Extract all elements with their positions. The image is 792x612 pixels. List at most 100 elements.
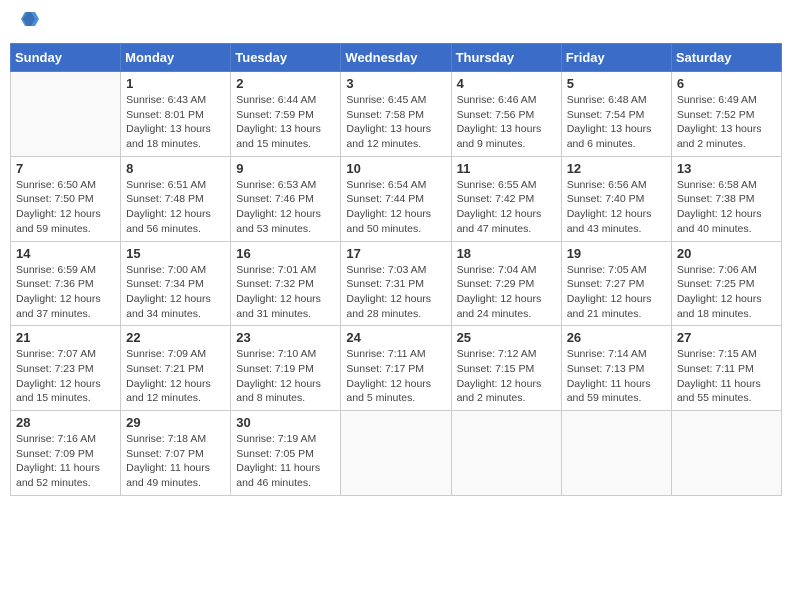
calendar-week-1: 1Sunrise: 6:43 AM Sunset: 8:01 PM Daylig… [11, 72, 782, 157]
calendar-cell: 16 Sunrise: 7:01 AM Sunset: 7:32 PM Dayli… [231, 241, 341, 326]
calendar-cell [451, 411, 561, 496]
calendar-cell: 4Sunrise: 6:46 AM Sunset: 7:56 PM Daylig… [451, 72, 561, 157]
logo-icon [17, 10, 39, 33]
calendar-cell: 2 Sunrise: 6:44 AM Sunset: 7:59 PM Daylig… [231, 72, 341, 157]
day-info: Sunrise: 7:14 AM Sunset: 7:13 PM Dayligh… [567, 347, 666, 406]
calendar-cell: 8 Sunrise: 6:51 AM Sunset: 7:48 PM Daylig… [121, 156, 231, 241]
calendar-cell: 9 Sunrise: 6:53 AM Sunset: 7:46 PM Daylig… [231, 156, 341, 241]
calendar-cell: 30 Sunrise: 7:19 AM Sunset: 7:05 PM Dayli… [231, 411, 341, 496]
day-number: 6 [677, 76, 776, 91]
day-info: Sunrise: 6:59 AM Sunset: 7:36 PM Dayligh… [16, 263, 115, 322]
calendar-cell: 17Sunrise: 7:03 AM Sunset: 7:31 PM Dayli… [341, 241, 451, 326]
day-number: 1 [126, 76, 225, 91]
day-info: Sunrise: 6:45 AM Sunset: 7:58 PM Dayligh… [346, 93, 445, 152]
day-info: Sunrise: 7:10 AM Sunset: 7:19 PM Dayligh… [236, 347, 335, 406]
calendar-week-2: 7 Sunrise: 6:50 AM Sunset: 7:50 PM Daylig… [11, 156, 782, 241]
day-number: 19 [567, 246, 666, 261]
calendar-cell [671, 411, 781, 496]
day-info: Sunrise: 6:51 AM Sunset: 7:48 PM Dayligh… [126, 178, 225, 237]
calendar-cell [341, 411, 451, 496]
calendar-cell: 19 Sunrise: 7:05 AM Sunset: 7:27 PM Dayli… [561, 241, 671, 326]
day-info: Sunrise: 7:04 AM Sunset: 7:29 PM Dayligh… [457, 263, 556, 322]
weekday-tuesday: Tuesday [231, 44, 341, 72]
weekday-saturday: Saturday [671, 44, 781, 72]
day-number: 15 [126, 246, 225, 261]
day-info: Sunrise: 7:01 AM Sunset: 7:32 PM Dayligh… [236, 263, 335, 322]
day-number: 27 [677, 330, 776, 345]
day-info: Sunrise: 7:12 AM Sunset: 7:15 PM Dayligh… [457, 347, 556, 406]
day-info: Sunrise: 6:53 AM Sunset: 7:46 PM Dayligh… [236, 178, 335, 237]
day-info: Sunrise: 7:07 AM Sunset: 7:23 PM Dayligh… [16, 347, 115, 406]
calendar-cell: 28 Sunrise: 7:16 AM Sunset: 7:09 PM Dayli… [11, 411, 121, 496]
day-info: Sunrise: 7:09 AM Sunset: 7:21 PM Dayligh… [126, 347, 225, 406]
day-number: 2 [236, 76, 335, 91]
day-number: 7 [16, 161, 115, 176]
day-number: 17 [346, 246, 445, 261]
calendar-table: SundayMondayTuesdayWednesdayThursdayFrid… [10, 43, 782, 496]
calendar-cell: 12 Sunrise: 6:56 AM Sunset: 7:40 PM Dayli… [561, 156, 671, 241]
calendar-cell: 25 Sunrise: 7:12 AM Sunset: 7:15 PM Dayli… [451, 326, 561, 411]
calendar-cell: 11 Sunrise: 6:55 AM Sunset: 7:42 PM Dayli… [451, 156, 561, 241]
day-number: 13 [677, 161, 776, 176]
calendar-cell: 22 Sunrise: 7:09 AM Sunset: 7:21 PM Dayli… [121, 326, 231, 411]
day-number: 3 [346, 76, 445, 91]
day-number: 16 [236, 246, 335, 261]
page-header [10, 10, 782, 33]
day-number: 26 [567, 330, 666, 345]
day-number: 10 [346, 161, 445, 176]
day-number: 30 [236, 415, 335, 430]
calendar-cell: 21Sunrise: 7:07 AM Sunset: 7:23 PM Dayli… [11, 326, 121, 411]
calendar-cell: 5Sunrise: 6:48 AM Sunset: 7:54 PM Daylig… [561, 72, 671, 157]
day-number: 25 [457, 330, 556, 345]
day-number: 28 [16, 415, 115, 430]
day-info: Sunrise: 6:44 AM Sunset: 7:59 PM Dayligh… [236, 93, 335, 152]
calendar-cell: 24 Sunrise: 7:11 AM Sunset: 7:17 PM Dayli… [341, 326, 451, 411]
calendar-cell: 26 Sunrise: 7:14 AM Sunset: 7:13 PM Dayli… [561, 326, 671, 411]
day-number: 11 [457, 161, 556, 176]
calendar-week-3: 14 Sunrise: 6:59 AM Sunset: 7:36 PM Dayli… [11, 241, 782, 326]
calendar-cell: 7 Sunrise: 6:50 AM Sunset: 7:50 PM Daylig… [11, 156, 121, 241]
day-number: 29 [126, 415, 225, 430]
calendar-cell: 13 Sunrise: 6:58 AM Sunset: 7:38 PM Dayli… [671, 156, 781, 241]
day-info: Sunrise: 7:05 AM Sunset: 7:27 PM Dayligh… [567, 263, 666, 322]
calendar-cell: 23Sunrise: 7:10 AM Sunset: 7:19 PM Dayli… [231, 326, 341, 411]
calendar-week-5: 28 Sunrise: 7:16 AM Sunset: 7:09 PM Dayli… [11, 411, 782, 496]
day-info: Sunrise: 7:16 AM Sunset: 7:09 PM Dayligh… [16, 432, 115, 491]
day-info: Sunrise: 7:00 AM Sunset: 7:34 PM Dayligh… [126, 263, 225, 322]
day-number: 14 [16, 246, 115, 261]
weekday-wednesday: Wednesday [341, 44, 451, 72]
day-info: Sunrise: 7:18 AM Sunset: 7:07 PM Dayligh… [126, 432, 225, 491]
calendar-cell: 3 Sunrise: 6:45 AM Sunset: 7:58 PM Daylig… [341, 72, 451, 157]
day-number: 20 [677, 246, 776, 261]
day-number: 24 [346, 330, 445, 345]
calendar-cell: 18 Sunrise: 7:04 AM Sunset: 7:29 PM Dayli… [451, 241, 561, 326]
calendar-body: 1Sunrise: 6:43 AM Sunset: 8:01 PM Daylig… [11, 72, 782, 496]
day-number: 18 [457, 246, 556, 261]
weekday-sunday: Sunday [11, 44, 121, 72]
day-info: Sunrise: 6:50 AM Sunset: 7:50 PM Dayligh… [16, 178, 115, 237]
calendar-cell: 29 Sunrise: 7:18 AM Sunset: 7:07 PM Dayli… [121, 411, 231, 496]
day-info: Sunrise: 6:49 AM Sunset: 7:52 PM Dayligh… [677, 93, 776, 152]
day-number: 8 [126, 161, 225, 176]
weekday-monday: Monday [121, 44, 231, 72]
day-number: 12 [567, 161, 666, 176]
calendar-cell: 15 Sunrise: 7:00 AM Sunset: 7:34 PM Dayli… [121, 241, 231, 326]
calendar-cell: 14 Sunrise: 6:59 AM Sunset: 7:36 PM Dayli… [11, 241, 121, 326]
day-number: 9 [236, 161, 335, 176]
day-info: Sunrise: 6:55 AM Sunset: 7:42 PM Dayligh… [457, 178, 556, 237]
weekday-header-row: SundayMondayTuesdayWednesdayThursdayFrid… [11, 44, 782, 72]
logo [15, 10, 39, 33]
day-info: Sunrise: 7:11 AM Sunset: 7:17 PM Dayligh… [346, 347, 445, 406]
day-info: Sunrise: 6:58 AM Sunset: 7:38 PM Dayligh… [677, 178, 776, 237]
day-info: Sunrise: 7:15 AM Sunset: 7:11 PM Dayligh… [677, 347, 776, 406]
day-info: Sunrise: 7:06 AM Sunset: 7:25 PM Dayligh… [677, 263, 776, 322]
day-info: Sunrise: 6:56 AM Sunset: 7:40 PM Dayligh… [567, 178, 666, 237]
calendar-week-4: 21Sunrise: 7:07 AM Sunset: 7:23 PM Dayli… [11, 326, 782, 411]
calendar-cell [561, 411, 671, 496]
day-number: 22 [126, 330, 225, 345]
calendar-cell: 20 Sunrise: 7:06 AM Sunset: 7:25 PM Dayli… [671, 241, 781, 326]
day-number: 4 [457, 76, 556, 91]
day-info: Sunrise: 6:54 AM Sunset: 7:44 PM Dayligh… [346, 178, 445, 237]
calendar-cell: 6 Sunrise: 6:49 AM Sunset: 7:52 PM Daylig… [671, 72, 781, 157]
day-info: Sunrise: 7:19 AM Sunset: 7:05 PM Dayligh… [236, 432, 335, 491]
